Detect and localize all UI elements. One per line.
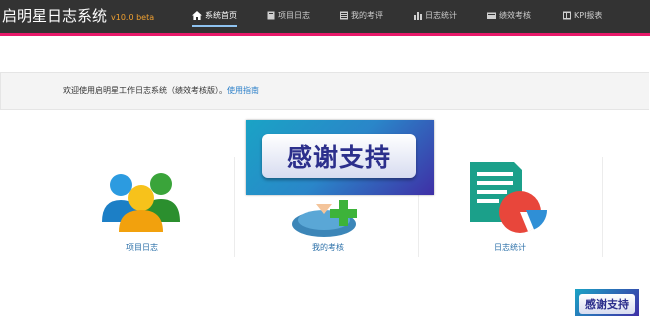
brand-title: 启明星日志系统 bbox=[2, 7, 108, 25]
welcome-text: 欢迎使用启明星工作日志系统（绩效考核版）。 bbox=[63, 86, 227, 95]
users-icon bbox=[102, 173, 180, 232]
nav-project-log[interactable]: 项目日志 bbox=[267, 10, 310, 26]
nav-home-label: 系统首页 bbox=[205, 11, 237, 20]
thanks-badge: 感谢支持 bbox=[262, 134, 416, 178]
user-guide-link[interactable]: 使用指南 bbox=[227, 86, 259, 95]
thanks-mini-text: 感谢支持 bbox=[585, 298, 629, 311]
brand[interactable]: 启明星日志系统 v10.0 beta bbox=[2, 6, 154, 28]
welcome-bar: 欢迎使用启明星工作日志系统（绩效考核版）。使用指南 bbox=[0, 72, 649, 110]
tile-project-log[interactable]: 项目日志 bbox=[82, 160, 202, 260]
nav-project-log-label: 项目日志 bbox=[278, 11, 310, 20]
bar-chart-icon bbox=[414, 12, 422, 20]
home-icon bbox=[192, 11, 202, 20]
thanks-mini-popup[interactable]: 感谢支持 bbox=[575, 289, 639, 316]
nav-home[interactable]: 系统首页 bbox=[192, 10, 237, 27]
report-pie-icon bbox=[470, 162, 548, 233]
welcome-message: 欢迎使用启明星工作日志系统（绩效考核版）。使用指南 bbox=[63, 85, 259, 96]
thanks-text: 感谢支持 bbox=[286, 143, 391, 172]
version-label: v10.0 beta bbox=[111, 13, 155, 22]
tile-label: 项目日志 bbox=[126, 243, 158, 252]
nav-my-review[interactable]: 我的考评 bbox=[340, 10, 383, 26]
tile-log-stats[interactable]: 日志统计 bbox=[450, 160, 570, 260]
tile-label: 我的考核 bbox=[312, 243, 344, 252]
book-icon bbox=[267, 11, 275, 20]
nav-performance[interactable]: 绩效考核 bbox=[487, 10, 531, 26]
tile-divider bbox=[602, 157, 603, 257]
nav-kpi-report-label: KPI报表 bbox=[574, 11, 603, 20]
top-navbar: 启明星日志系统 v10.0 beta 系统首页 项目日志 我的考评 日志统计 绩… bbox=[0, 0, 650, 36]
thanks-mini-badge: 感谢支持 bbox=[579, 294, 635, 314]
nav-log-stats-label: 日志统计 bbox=[425, 11, 457, 20]
tile-divider bbox=[234, 157, 235, 257]
grid-icon bbox=[340, 11, 348, 20]
nav-my-review-label: 我的考评 bbox=[351, 11, 383, 20]
nav-performance-label: 绩效考核 bbox=[499, 11, 531, 20]
thanks-popup[interactable]: 感谢支持 bbox=[246, 120, 434, 195]
nav-log-stats[interactable]: 日志统计 bbox=[414, 10, 457, 26]
table-icon bbox=[563, 11, 571, 20]
tile-label: 日志统计 bbox=[494, 243, 526, 252]
folder-icon bbox=[487, 12, 496, 19]
nav-kpi-report[interactable]: KPI报表 bbox=[563, 10, 602, 26]
